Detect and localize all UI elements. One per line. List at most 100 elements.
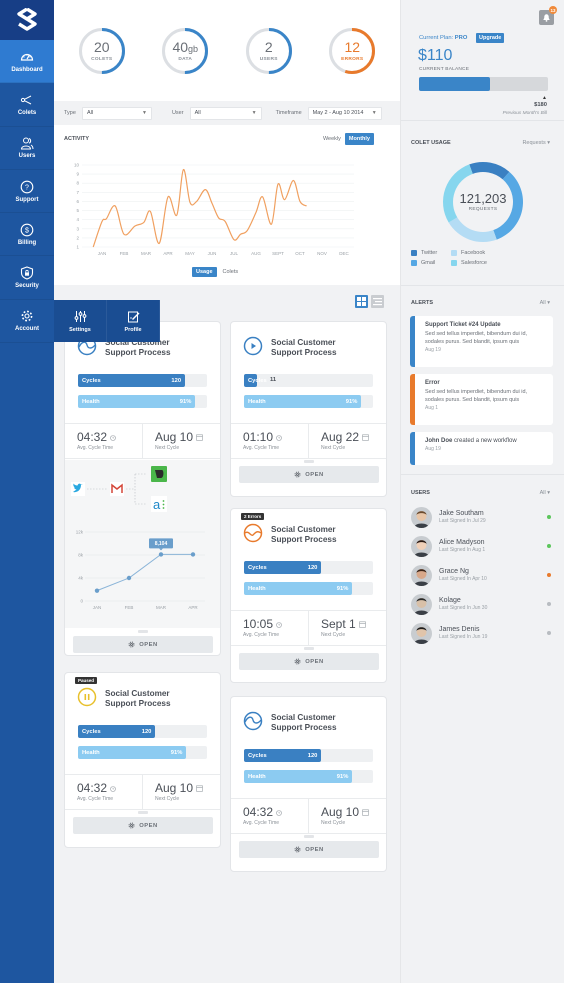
alert-item[interactable]: John Doe created a new workflow Aug 19 bbox=[410, 432, 553, 465]
divider bbox=[401, 285, 564, 286]
avg-cycle-time-value-row: 04:32 bbox=[243, 805, 308, 819]
sidebar: Dashboard Colets Users ? Support $ Billi… bbox=[0, 0, 54, 983]
drag-handle[interactable] bbox=[303, 835, 314, 838]
calendar-icon bbox=[196, 434, 203, 441]
grid-view-button[interactable] bbox=[355, 295, 368, 308]
data-point[interactable] bbox=[126, 575, 132, 581]
bell-icon bbox=[543, 14, 550, 22]
submenu-item-label: Settings bbox=[69, 326, 91, 333]
y-tick-label: 2 bbox=[76, 235, 79, 240]
next-cycle-value: Aug 10 bbox=[155, 430, 194, 444]
card-title[interactable]: Social Customer Support Process bbox=[105, 689, 171, 708]
avg-cycle-time: 04:32 Avg. Cycle Time bbox=[231, 799, 308, 833]
submenu-item-profile[interactable]: Profile bbox=[107, 300, 160, 342]
card-title[interactable]: Social Customer Support Process bbox=[271, 525, 337, 544]
monthly-tab[interactable]: Monthly bbox=[344, 133, 374, 145]
alert-item[interactable]: Error Sed sed tellus imperdiet, bibendum … bbox=[410, 374, 553, 425]
weekly-tab[interactable]: Weekly bbox=[323, 136, 341, 142]
upgrade-button[interactable]: Upgrade bbox=[476, 33, 505, 43]
x-tick-label: MAR bbox=[141, 251, 152, 256]
legend-item-gmail[interactable]: Gmail bbox=[411, 260, 451, 266]
user-last-signed: Last Signed In Jun 19 bbox=[439, 634, 488, 640]
drag-handle[interactable] bbox=[303, 647, 314, 650]
timeframe-select[interactable]: May 2 - Aug 10 2014 ▼ bbox=[307, 106, 382, 120]
cycles-bar-fill: Cycles 120 bbox=[244, 561, 322, 574]
user-row[interactable]: Alice Madyson Last Signed In Aug 1 bbox=[411, 533, 551, 559]
sidebar-item-label: Security bbox=[15, 283, 39, 290]
y-tick-label: 10 bbox=[74, 163, 80, 168]
donut-slice-twitter[interactable] bbox=[469, 162, 510, 180]
open-button[interactable]: OPEN bbox=[239, 653, 379, 670]
user-row[interactable]: Grace Ng Last Signed In Apr 10 bbox=[411, 562, 551, 588]
next-cycle: Aug 10 Next Cycle bbox=[142, 424, 220, 458]
card-metrics: 04:32 Avg. Cycle Time Aug 10 Next Cycle bbox=[65, 774, 220, 810]
health-label: Health bbox=[82, 749, 100, 756]
cycles-value: 120 bbox=[171, 377, 182, 384]
user-row[interactable]: James Denis Last Signed In Jun 19 bbox=[411, 620, 551, 646]
avg-cycle-time-value: 04:32 bbox=[77, 781, 108, 795]
open-button[interactable]: OPEN bbox=[239, 841, 379, 858]
app-root: Dashboard Colets Users ? Support $ Billi… bbox=[0, 0, 564, 983]
notifications-button[interactable]: 13 bbox=[539, 6, 557, 25]
avatar-image bbox=[411, 622, 432, 644]
x-tick-label: NOV bbox=[317, 251, 327, 256]
logo[interactable] bbox=[0, 0, 54, 40]
legend-item-twitter[interactable]: Twitter bbox=[411, 250, 451, 256]
drag-handle[interactable] bbox=[303, 460, 314, 463]
sidebar-item-users[interactable]: Users bbox=[0, 127, 54, 170]
plan-name: PRO bbox=[454, 35, 468, 41]
card-title[interactable]: Social Customer Support Process bbox=[271, 713, 337, 732]
data-point[interactable] bbox=[190, 552, 196, 557]
previous-bill-amount: $180 bbox=[534, 102, 547, 108]
type-filter-label: Type bbox=[64, 110, 76, 116]
usage-tab[interactable]: Usage bbox=[192, 267, 217, 277]
legend-item-salesforce[interactable]: Salesforce bbox=[451, 260, 511, 266]
sidebar-item-support[interactable]: ? Support bbox=[0, 170, 54, 214]
next-cycle-value: Aug 22 bbox=[321, 430, 360, 444]
avatar bbox=[411, 564, 432, 586]
drag-handle[interactable] bbox=[137, 811, 148, 814]
user-last-signed: Last Signed In Jul 29 bbox=[439, 518, 486, 524]
user-last-signed: Last Signed In Apr 10 bbox=[439, 576, 487, 582]
legend-item-facebook[interactable]: Facebook bbox=[451, 250, 511, 256]
process-card: Social Customer Support Process Cycles 120 H… bbox=[230, 696, 387, 872]
user-row[interactable]: Kolage Last Signed In Jun 30 bbox=[411, 591, 551, 617]
data-point[interactable] bbox=[94, 588, 100, 593]
stat-number: 20 bbox=[93, 38, 110, 55]
user-status-online bbox=[547, 544, 551, 548]
type-select[interactable]: All ▼ bbox=[81, 106, 152, 120]
user-filter-label: User bbox=[171, 110, 184, 116]
gear-icon bbox=[294, 846, 301, 853]
avg-cycle-time-label: Avg. Cycle Time bbox=[243, 820, 280, 826]
alerts-filter[interactable]: All ▾ bbox=[540, 300, 550, 306]
colet-usage-dropdown[interactable]: Requests ▾ bbox=[522, 140, 550, 146]
card-title-line2: Support Process bbox=[105, 698, 171, 708]
card-title-line1: Social Customer bbox=[271, 338, 336, 347]
alert-item[interactable]: Support Ticket #24 Update Sed sed tellus … bbox=[410, 316, 553, 367]
user-info: Jake Southam Last Signed In Jul 29 bbox=[439, 510, 547, 524]
view-toggle bbox=[355, 295, 384, 308]
sidebar-item-colets[interactable]: Colets bbox=[0, 83, 54, 127]
user-info: James Denis Last Signed In Jun 19 bbox=[439, 626, 547, 640]
card-title[interactable]: Social Customer Support Process bbox=[271, 338, 337, 357]
sidebar-item-dashboard[interactable]: Dashboard bbox=[0, 40, 54, 84]
sidebar-item-account[interactable]: Account bbox=[0, 300, 54, 344]
requests-line bbox=[96, 553, 193, 592]
colets-tab[interactable]: Colets bbox=[223, 269, 239, 275]
donut-slice-facebook[interactable] bbox=[448, 217, 497, 242]
open-button[interactable]: OPEN bbox=[239, 466, 379, 483]
submenu-item-settings[interactable]: Settings bbox=[54, 300, 107, 342]
drag-handle[interactable] bbox=[137, 630, 148, 633]
svg-text:a: a bbox=[153, 497, 161, 512]
list-view-button[interactable] bbox=[371, 295, 384, 308]
stat-number: 2 bbox=[264, 38, 273, 55]
sidebar-item-billing[interactable]: $ Billing bbox=[0, 213, 54, 257]
user-row[interactable]: Jake Southam Last Signed In Jul 29 bbox=[411, 504, 551, 530]
sidebar-item-security[interactable]: Security bbox=[0, 256, 54, 300]
users-filter[interactable]: All ▾ bbox=[540, 490, 550, 496]
avg-cycle-time: 04:32 Avg. Cycle Time bbox=[65, 424, 142, 458]
user-select[interactable]: All ▼ bbox=[189, 106, 262, 120]
open-button[interactable]: OPEN bbox=[73, 636, 213, 653]
data-point[interactable] bbox=[158, 552, 164, 557]
open-button[interactable]: OPEN bbox=[73, 817, 213, 834]
